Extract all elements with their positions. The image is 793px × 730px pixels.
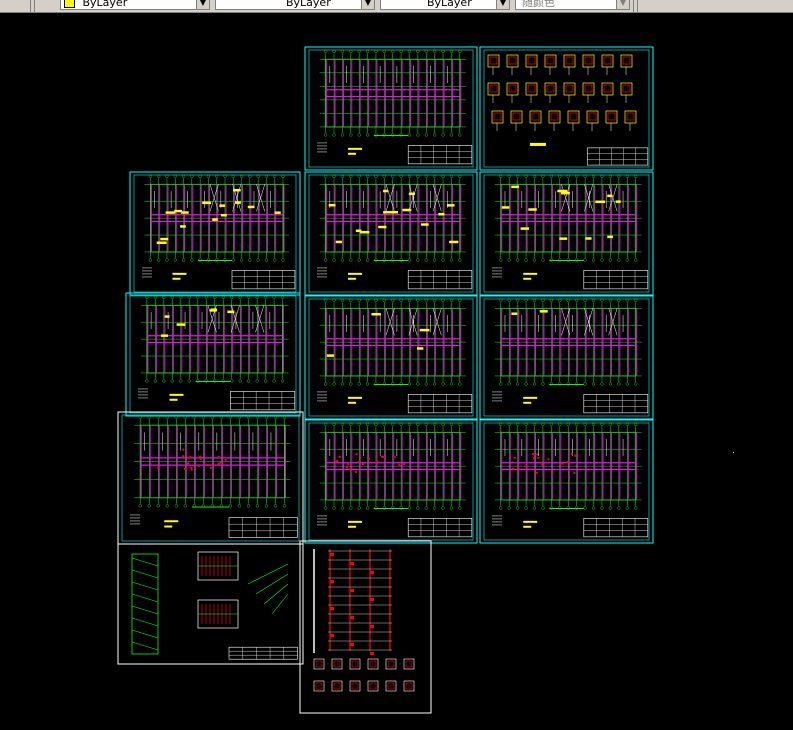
drawing-sheet-7[interactable] bbox=[479, 295, 654, 420]
plotstyle-combo[interactable]: 随颜色 ▼ bbox=[515, 0, 630, 10]
lineweight-combo[interactable]: ByLayer ▼ bbox=[380, 0, 510, 10]
drawing-sheet-0[interactable] bbox=[479, 46, 654, 171]
drawing-sheet-5[interactable] bbox=[125, 292, 301, 417]
linetype-combo-value: ByLayer bbox=[286, 0, 331, 9]
drawing-sheet-10[interactable] bbox=[479, 419, 654, 544]
linetype-combo[interactable]: ByLayer ▼ bbox=[215, 0, 375, 10]
drawing-sheet-9[interactable] bbox=[304, 419, 478, 544]
drawing-sheet-3[interactable] bbox=[304, 171, 478, 296]
lineweight-combo-value: ByLayer bbox=[427, 0, 472, 9]
dropdown-arrow-icon[interactable]: ▼ bbox=[496, 0, 509, 9]
drawing-sheet-8[interactable] bbox=[117, 411, 304, 545]
drawing-sheet-4[interactable] bbox=[479, 171, 654, 296]
drawing-sheet-12[interactable] bbox=[299, 540, 432, 714]
drawing-sheet-11[interactable] bbox=[117, 543, 304, 665]
color-combo-value: ByLayer bbox=[82, 0, 128, 9]
crosshair-dot bbox=[733, 452, 734, 453]
drawing-sheet-1[interactable] bbox=[304, 46, 478, 171]
drawing-sheet-2[interactable] bbox=[129, 171, 301, 296]
color-swatch-icon bbox=[64, 0, 75, 8]
drawing-sheet-6[interactable] bbox=[304, 295, 478, 420]
model-space-canvas[interactable] bbox=[0, 12, 793, 730]
plotstyle-combo-value: 随颜色 bbox=[522, 0, 555, 9]
dropdown-arrow-icon[interactable]: ▼ bbox=[361, 0, 374, 9]
color-combo[interactable]: ByLayer ▼ bbox=[60, 0, 210, 10]
dropdown-arrow-icon[interactable]: ▼ bbox=[196, 0, 209, 9]
dropdown-arrow-icon[interactable]: ▼ bbox=[616, 0, 629, 9]
